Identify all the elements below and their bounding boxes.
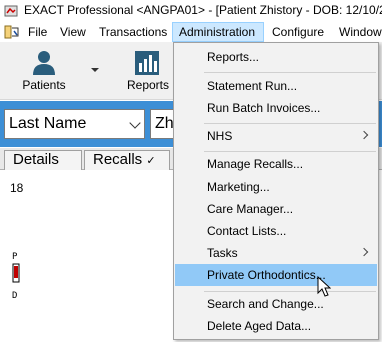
menu-item-search-and-change[interactable]: Search and Change... — [175, 293, 377, 315]
app-icon — [4, 5, 18, 17]
title-bar: EXACT Professional <ANGPA01> - [Patient … — [0, 0, 382, 22]
search-field-select[interactable]: Last Name — [4, 109, 145, 139]
menu-item-reports[interactable]: Reports... — [175, 46, 377, 68]
menu-item-tasks-label: Tasks — [207, 246, 238, 260]
menu-window[interactable]: Window — [333, 22, 382, 42]
administration-menu: Reports... Statement Run... Run Batch In… — [173, 42, 379, 340]
reports-button[interactable]: Reports — [120, 48, 176, 96]
menu-item-statement-run[interactable]: Statement Run... — [175, 75, 377, 97]
menu-item-contact-lists[interactable]: Contact Lists... — [175, 220, 377, 242]
menu-item-marketing[interactable]: Marketing... — [175, 176, 377, 198]
svg-text:D: D — [12, 291, 17, 301]
menu-file[interactable]: File — [22, 22, 53, 42]
menu-separator — [204, 72, 376, 73]
menu-item-manage-recalls[interactable]: Manage Recalls... — [175, 153, 377, 175]
tab-recalls[interactable]: Recalls ✓ — [84, 150, 170, 170]
search-field-value: Last Name — [9, 115, 87, 132]
tab-recalls-label: Recalls — [93, 151, 143, 168]
menu-item-private-orthodontics[interactable]: Private Orthodontics... — [175, 264, 377, 286]
menu-item-nhs[interactable]: NHS — [175, 125, 377, 147]
menu-administration[interactable]: Administration — [172, 22, 264, 42]
menu-separator — [204, 151, 376, 152]
menu-configure[interactable]: Configure — [266, 22, 330, 42]
chevron-down-icon — [129, 117, 141, 129]
patients-button[interactable]: Patients — [12, 48, 76, 96]
menu-separator — [204, 123, 376, 124]
system-menu-icon[interactable] — [4, 25, 20, 39]
svg-text:P: P — [12, 252, 18, 262]
reports-label: Reports — [126, 78, 170, 92]
menu-item-run-batch-invoices[interactable]: Run Batch Invoices... — [175, 97, 377, 119]
patients-dropdown-arrow[interactable] — [91, 68, 99, 72]
patients-label: Patients — [22, 78, 66, 92]
menu-item-nhs-label: NHS — [207, 129, 233, 143]
mouse-cursor-icon — [317, 276, 331, 297]
tooth-chart-icon: P D — [12, 252, 20, 301]
check-icon: ✓ — [146, 155, 156, 167]
patient-number: 18 — [10, 181, 24, 195]
menu-bar: File View Transactions Administration Co… — [0, 22, 382, 42]
chevron-right-icon — [359, 130, 369, 140]
tab-details[interactable]: Details — [4, 150, 82, 170]
menu-transactions[interactable]: Transactions — [93, 22, 173, 42]
menu-item-delete-aged-data[interactable]: Delete Aged Data... — [175, 315, 377, 337]
reports-icon — [135, 51, 159, 75]
menu-item-tasks[interactable]: Tasks — [175, 242, 377, 264]
menu-item-care-manager[interactable]: Care Manager... — [175, 198, 377, 220]
chevron-right-icon — [359, 247, 369, 257]
menu-view[interactable]: View — [54, 22, 92, 42]
window-title: EXACT Professional <ANGPA01> - [Patient … — [24, 3, 382, 17]
patient-icon — [33, 51, 55, 75]
menu-separator — [204, 291, 376, 292]
